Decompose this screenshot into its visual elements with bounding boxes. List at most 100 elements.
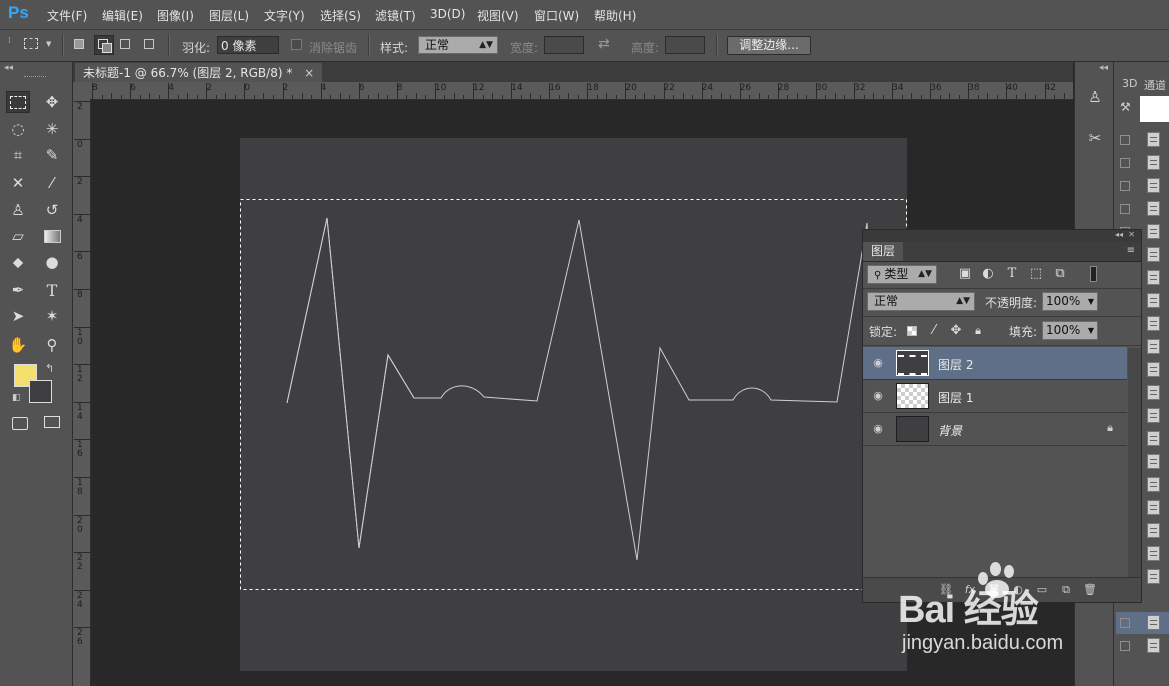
eye-icon[interactable]: ◉ xyxy=(871,422,885,435)
menu-3d[interactable]: 3D(D) xyxy=(430,7,465,21)
menu-edit[interactable]: 编辑(E) xyxy=(102,7,143,24)
smart-object-filter-icon[interactable]: ⧉ xyxy=(1053,267,1067,281)
canvas[interactable] xyxy=(240,138,907,671)
antialias-checkbox[interactable] xyxy=(291,39,302,50)
clone-stamp-tool[interactable]: ♙ xyxy=(6,199,30,221)
tab-layers[interactable]: 图层 xyxy=(863,242,904,261)
menu-filter[interactable]: 滤镜(T) xyxy=(375,7,416,24)
layer-row-background[interactable]: ◉ 背景 🔒︎ xyxy=(863,413,1127,446)
panel-menu-icon[interactable]: ≡ xyxy=(1127,245,1135,256)
pen-tool[interactable]: ✒ xyxy=(6,279,30,301)
pixel-filter-icon[interactable]: ▣ xyxy=(958,267,972,281)
tab-channels[interactable]: 通道 xyxy=(1144,77,1166,93)
history-checkbox[interactable] xyxy=(1120,204,1130,214)
move-tool[interactable]: ✥ xyxy=(40,91,64,113)
gradient-tool[interactable] xyxy=(40,225,64,247)
layers-scrollbar[interactable] xyxy=(1128,348,1141,578)
dodge-tool[interactable]: ● xyxy=(40,251,64,273)
eyedropper-tool[interactable]: ✎ xyxy=(40,144,64,166)
menu-view[interactable]: 视图(V) xyxy=(477,7,519,24)
rectangular-marquee-tool[interactable] xyxy=(6,91,30,113)
history-panel-button[interactable]: ♙ xyxy=(1081,84,1109,110)
blend-mode-select[interactable]: 正常 ▲▼ xyxy=(867,292,975,311)
layer-thumbnail[interactable] xyxy=(896,416,929,442)
menu-file[interactable]: 文件(F) xyxy=(47,7,87,24)
magic-wand-tool[interactable]: ✳ xyxy=(40,118,64,140)
adjustment-filter-icon[interactable]: ◐ xyxy=(981,267,995,281)
history-state[interactable] xyxy=(1116,198,1169,220)
chevron-down-icon[interactable]: ▼ xyxy=(46,40,51,48)
collapse-arrows-icon[interactable]: ◂◂ xyxy=(1115,230,1123,239)
marquee-preset-icon[interactable] xyxy=(24,38,38,49)
zoom-tool[interactable]: ⚲ xyxy=(40,334,64,356)
screen-mode-icon[interactable] xyxy=(44,416,60,428)
blur-tool[interactable]: ⬥ xyxy=(6,251,30,273)
history-checkbox[interactable] xyxy=(1120,135,1130,145)
brush-tool[interactable]: ⁄ xyxy=(40,172,64,194)
history-checkbox[interactable] xyxy=(1120,181,1130,191)
menu-select[interactable]: 选择(S) xyxy=(320,7,361,24)
eraser-tool[interactable]: ▱ xyxy=(6,225,30,247)
intersect-selection-icon[interactable] xyxy=(144,39,154,49)
background-color-swatch[interactable] xyxy=(29,380,52,403)
menu-image[interactable]: 图像(I) xyxy=(157,7,194,24)
path-selection-tool[interactable]: ➤ xyxy=(6,305,30,327)
panel-title-bar[interactable]: ◂◂ ✕ xyxy=(863,230,1141,242)
close-tab-icon[interactable]: × xyxy=(304,66,314,80)
layer-thumbnail[interactable] xyxy=(896,350,929,376)
history-state[interactable] xyxy=(1116,175,1169,197)
snapshot-thumbnail[interactable] xyxy=(1140,96,1169,122)
document-tab[interactable]: 未标题-1 @ 66.7% (图层 2, RGB/8) * × xyxy=(75,63,323,83)
custom-shape-tool[interactable]: ✶ xyxy=(40,305,64,327)
fill-input[interactable]: 100% ▼ xyxy=(1042,321,1098,340)
eye-icon[interactable]: ◉ xyxy=(871,389,885,402)
hand-tool[interactable]: ✋ xyxy=(6,334,30,356)
layer-row-layer-2[interactable]: ◉ 图层 2 xyxy=(863,347,1127,380)
tab-3d[interactable]: 3D xyxy=(1122,77,1137,90)
collapse-arrows-icon[interactable]: ◂◂ xyxy=(4,63,13,73)
lock-all-icon[interactable]: 🔒︎ xyxy=(971,324,985,338)
chevron-down-icon[interactable]: ▼ xyxy=(1088,322,1094,339)
menu-layer[interactable]: 图层(L) xyxy=(209,7,249,24)
eye-icon[interactable]: ◉ xyxy=(871,356,885,369)
layer-name[interactable]: 图层 2 xyxy=(938,356,973,373)
lock-transparent-icon[interactable] xyxy=(907,326,917,336)
history-brush-tool[interactable]: ↺ xyxy=(40,199,64,221)
refine-edge-button[interactable]: 调整边缘... xyxy=(727,36,811,55)
default-colors-icon[interactable]: ◧ xyxy=(12,393,21,403)
type-filter-icon[interactable]: T xyxy=(1005,267,1019,281)
collapse-arrows-icon[interactable]: ◂◂ xyxy=(1099,63,1108,73)
swap-width-height-icon[interactable]: ⇄ xyxy=(598,36,610,52)
layer-row-layer-1[interactable]: ◉ 图层 1 xyxy=(863,380,1127,413)
type-tool[interactable]: T xyxy=(40,279,64,301)
lasso-tool[interactable]: ◌ xyxy=(6,118,30,140)
add-selection-button[interactable] xyxy=(94,35,114,55)
filter-toggle-switch[interactable] xyxy=(1090,266,1097,282)
width-input[interactable] xyxy=(544,36,584,54)
style-select[interactable]: 正常 ▲▼ xyxy=(418,36,498,54)
layer-name[interactable]: 背景 xyxy=(938,422,962,439)
feather-input[interactable]: 0 像素 xyxy=(217,36,279,54)
layer-name[interactable]: 图层 1 xyxy=(938,389,973,406)
spot-healing-tool[interactable]: ✕ xyxy=(6,172,30,194)
chevron-down-icon[interactable]: ▼ xyxy=(1088,293,1094,310)
shape-filter-icon[interactable]: ⬚ xyxy=(1029,267,1043,281)
close-panel-icon[interactable]: ✕ xyxy=(1128,230,1135,239)
new-selection-icon[interactable] xyxy=(74,39,84,49)
history-state[interactable] xyxy=(1116,152,1169,174)
subtract-selection-icon[interactable] xyxy=(120,39,130,49)
height-input[interactable] xyxy=(665,36,705,54)
lock-image-icon[interactable]: ⁄ xyxy=(927,324,941,338)
layer-thumbnail[interactable] xyxy=(896,383,929,409)
filter-kind-select[interactable]: ⚲ 类型 ▲▼ xyxy=(867,265,937,284)
crop-tool[interactable]: ⌗ xyxy=(6,144,30,166)
history-state[interactable] xyxy=(1116,129,1169,151)
ruler-origin[interactable] xyxy=(73,82,90,99)
history-checkbox[interactable] xyxy=(1120,158,1130,168)
brush-preset-icon[interactable]: ⚒ xyxy=(1120,100,1131,114)
swap-colors-icon[interactable]: ↰ xyxy=(45,362,54,375)
menu-type[interactable]: 文字(Y) xyxy=(264,7,305,24)
opacity-input[interactable]: 100% ▼ xyxy=(1042,292,1098,311)
tool-presets-button[interactable]: ✂ xyxy=(1081,125,1109,151)
menu-help[interactable]: 帮助(H) xyxy=(594,7,636,24)
